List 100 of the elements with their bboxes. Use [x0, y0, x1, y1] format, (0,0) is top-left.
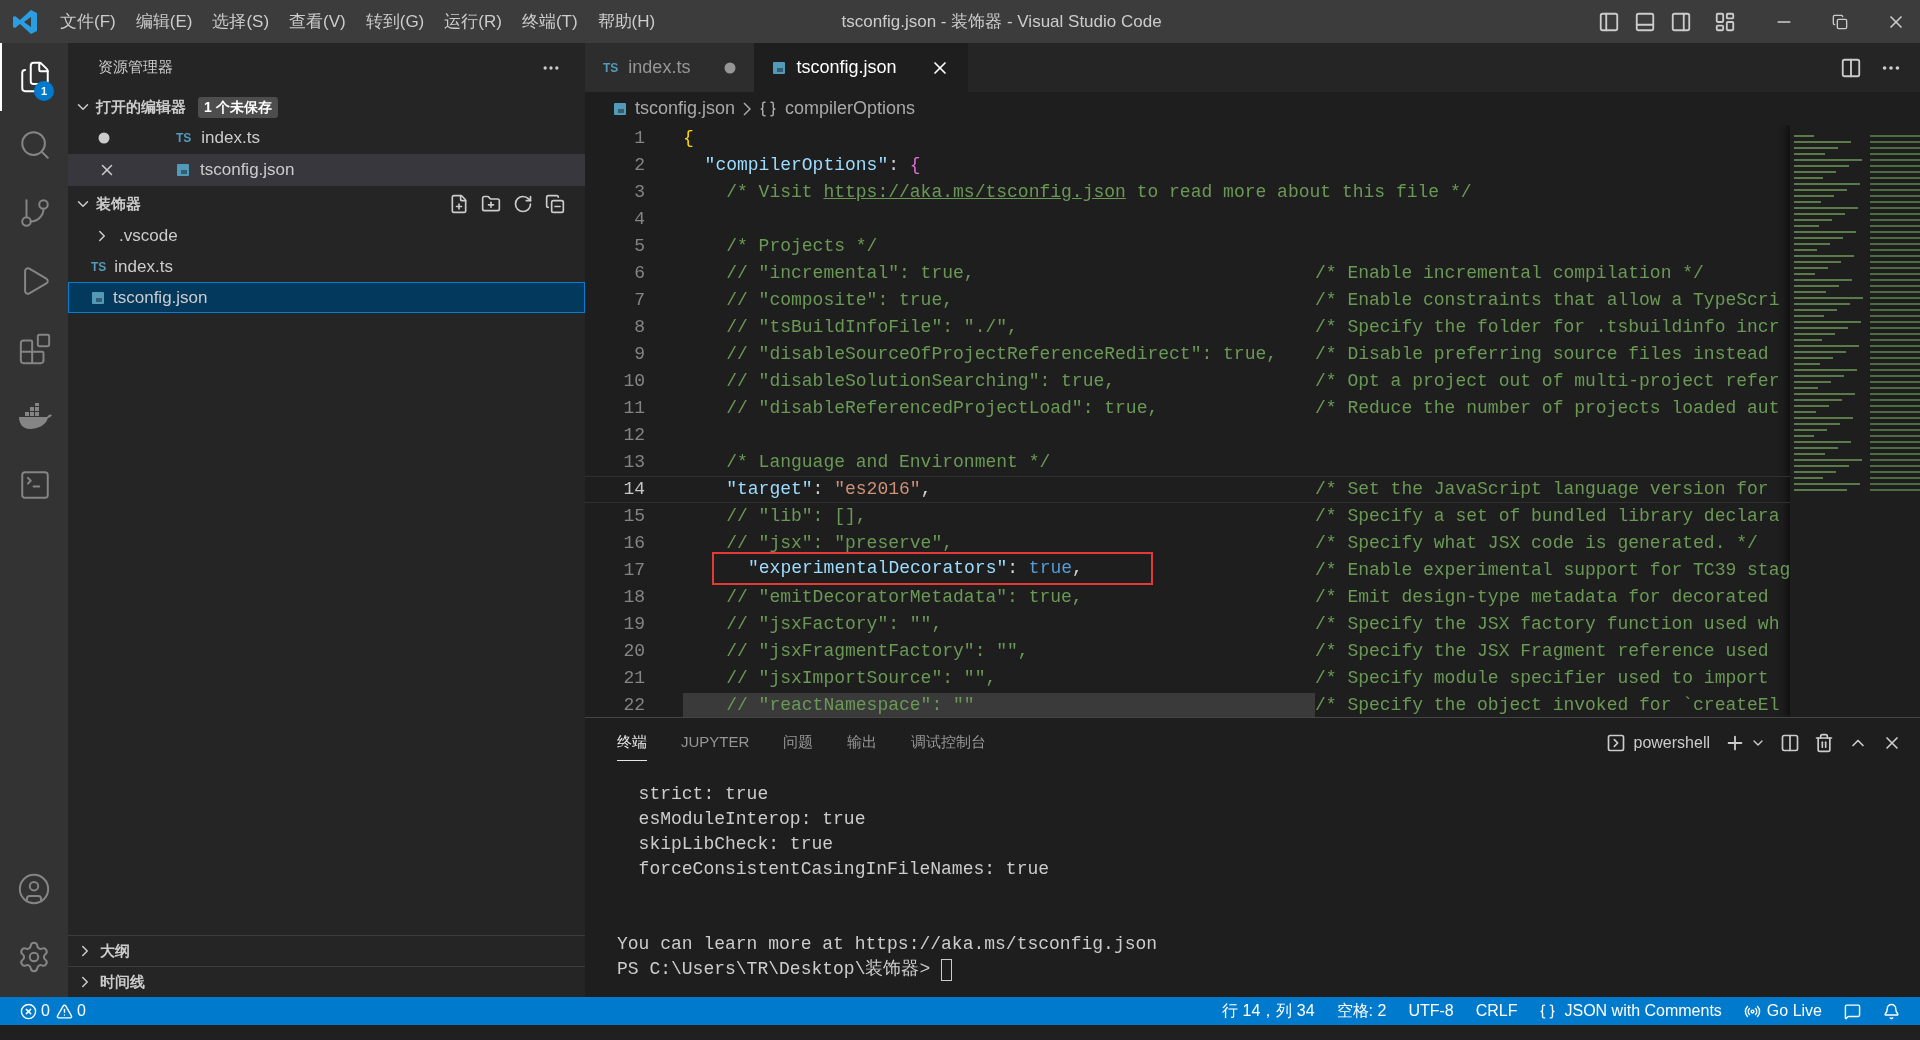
code-text: // "jsxFactory": "", — [726, 613, 943, 636]
cursor-position[interactable]: 行 14，列 34 — [1222, 999, 1315, 1023]
code-text: /* Projects */ — [726, 235, 878, 258]
line-number: 14 — [622, 478, 645, 501]
line-number: 3 — [633, 181, 645, 204]
panel-tab[interactable]: 问题 — [783, 725, 814, 761]
warning-count[interactable]: 0 — [76, 999, 86, 1023]
terminal-line: esModuleInterop: true — [637, 808, 866, 831]
split-editor-icon[interactable] — [1840, 56, 1862, 79]
unsaved-dot-icon — [724, 61, 737, 74]
go-live-button[interactable]: Go Live — [1766, 999, 1822, 1023]
code-comment: /* Specify the JSX Fragment reference used — [1315, 640, 1769, 663]
files-icon[interactable] — [18, 60, 52, 94]
breadcrumb[interactable]: tsconfig.json — [635, 95, 736, 122]
code-text: /* Language and Environment */ — [726, 451, 1051, 474]
toggle-panel-icon[interactable] — [1634, 10, 1656, 33]
code-text: // "disableSolutionSearching": true, — [726, 370, 1116, 393]
code-text: // "jsxFragmentFactory": "", — [726, 640, 1029, 663]
layout-icon[interactable] — [1714, 10, 1736, 33]
feedback-icon[interactable] — [1844, 1002, 1861, 1020]
code-text: // "disableReferencedProjectLoad": true, — [726, 397, 1159, 420]
line-number: 22 — [622, 694, 645, 717]
json-file-icon — [772, 60, 787, 75]
menu-item[interactable]: 转到(G) — [355, 8, 435, 35]
unsaved-dot-icon — [98, 132, 110, 144]
file-tree-item[interactable]: .vscode — [68, 220, 585, 251]
terminal-line: skipLibCheck: true — [637, 833, 834, 856]
split-terminal-icon[interactable] — [1780, 733, 1800, 753]
section-header[interactable]: 装饰器 — [96, 192, 445, 216]
terminal-icon[interactable] — [18, 468, 52, 502]
section-header[interactable]: 打开的编辑器 — [96, 95, 186, 119]
code-comment: /* Specify a set of bundled library declara — [1315, 505, 1780, 528]
indentation[interactable]: 空格: 2 — [1336, 999, 1387, 1023]
warning-icon[interactable] — [55, 1002, 73, 1020]
window-title: tsconfig.json - 装饰器 - Visual Studio Code — [841, 10, 1162, 33]
line-number: 12 — [622, 424, 645, 447]
line-ending[interactable]: CRLF — [1475, 999, 1518, 1023]
open-editor-item[interactable]: tsconfig.json — [68, 154, 585, 186]
panel-tab[interactable]: 输出 — [847, 725, 878, 761]
notification-badge: 1 — [34, 81, 54, 101]
toggle-secondary-sidebar-icon[interactable] — [1670, 10, 1692, 33]
line-number: 18 — [622, 586, 645, 609]
menu-item[interactable]: 查看(V) — [279, 8, 356, 35]
extensions-icon[interactable] — [18, 332, 52, 366]
code-text: // "tsBuildInfoFile": "./", — [726, 316, 1018, 339]
collapse-all-icon[interactable] — [545, 194, 565, 214]
editor-tab[interactable]: TS index.ts — [585, 43, 755, 92]
whale-icon[interactable] — [17, 403, 53, 431]
line-number: 20 — [622, 640, 645, 663]
settings-icon[interactable] — [17, 940, 51, 974]
code-text: // "lib": [], — [726, 505, 867, 528]
menu-item[interactable]: 终端(T) — [511, 8, 588, 35]
error-icon[interactable] — [20, 1002, 37, 1020]
terminal-line: You can learn more at https://aka.ms/tsconfig.json — [617, 933, 1158, 956]
panel-tab[interactable]: 终端 — [617, 725, 647, 761]
language-mode[interactable]: JSON with Comments — [1564, 999, 1722, 1023]
menu-item[interactable]: 帮助(H) — [587, 8, 666, 35]
file-tree-item[interactable]: TS index.ts — [68, 251, 585, 282]
code-comment: /* Specify the folder for .tsbuildinfo incr — [1315, 316, 1780, 339]
code-comment: /* Disable preferring source files instead — [1315, 343, 1769, 366]
section-header[interactable]: 时间线 — [100, 970, 145, 994]
new-file-icon[interactable] — [449, 194, 469, 214]
account-icon[interactable] — [17, 872, 51, 906]
notifications-icon[interactable] — [1883, 1002, 1900, 1020]
restore-icon[interactable] — [1832, 13, 1848, 30]
refresh-icon[interactable] — [513, 194, 533, 214]
terminal-line: strict: true — [637, 783, 769, 806]
line-number: 13 — [622, 451, 645, 474]
search-icon[interactable] — [18, 128, 52, 162]
error-count[interactable]: 0 — [41, 999, 50, 1023]
json-file-icon — [91, 290, 105, 305]
terminal-icon — [1605, 733, 1626, 753]
code-text: // "incremental": true, — [726, 262, 975, 285]
new-folder-icon[interactable] — [481, 194, 501, 214]
panel-tab[interactable]: 调试控制台 — [911, 725, 987, 761]
branch-icon[interactable] — [18, 196, 52, 230]
toggle-sidebar-icon[interactable] — [1598, 10, 1620, 33]
trash-icon[interactable] — [1814, 733, 1834, 753]
json-file-icon — [613, 101, 627, 116]
line-number: 10 — [622, 370, 645, 393]
file-type-label: TS — [603, 59, 619, 77]
section-header[interactable]: 大纲 — [100, 939, 130, 963]
breadcrumb[interactable]: compilerOptions — [785, 95, 916, 122]
menu-item[interactable]: 编辑(E) — [125, 8, 203, 35]
braces-icon — [759, 99, 778, 118]
line-number: 17 — [622, 559, 645, 582]
panel-tab[interactable]: JUPYTER — [681, 725, 750, 761]
editor-tab[interactable]: tsconfig.json — [754, 43, 969, 92]
sidebar-title: 资源管理器 — [98, 57, 173, 78]
app-logo — [12, 8, 38, 35]
menu-item[interactable]: 运行(R) — [434, 8, 512, 35]
menu-item[interactable]: 选择(S) — [202, 8, 280, 35]
menu-item[interactable]: 文件(F) — [50, 8, 126, 35]
open-editor-item[interactable]: TS index.ts — [68, 122, 585, 154]
file-tree-item[interactable]: tsconfig.json — [68, 282, 585, 313]
encoding[interactable]: UTF-8 — [1408, 999, 1454, 1023]
code-text: // "jsx": "preserve", — [726, 532, 954, 555]
line-number: 9 — [633, 343, 645, 366]
terminal-cursor — [941, 958, 953, 981]
shell-name[interactable]: powershell — [1633, 731, 1710, 755]
